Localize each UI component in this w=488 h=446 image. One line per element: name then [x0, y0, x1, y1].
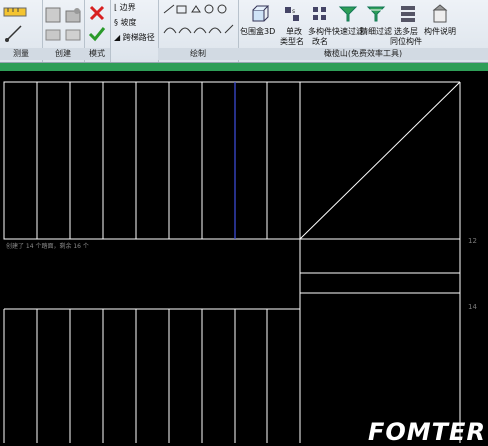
boundary-label: 边界 — [119, 3, 136, 12]
cancel-edit-icon[interactable] — [88, 4, 106, 22]
span-label: 跨梯路径 — [122, 33, 155, 42]
fine-filter-icon[interactable] — [366, 4, 386, 24]
multi-rename-label-2: 改名 — [312, 37, 328, 46]
span-icon: ◢ — [114, 33, 123, 42]
panel-label-addon: 橄榄山(免费效率工具) — [238, 48, 488, 60]
family-icon[interactable] — [64, 6, 82, 24]
multi-rename-icon[interactable] — [310, 4, 330, 24]
multi-layer-icon[interactable] — [398, 4, 418, 24]
drawing-canvas[interactable]: 创建了 14 个踏面，剩余 16 个 12 14 — [0, 71, 488, 443]
watermark-logo: FOMTER — [368, 418, 486, 446]
model-group-icon[interactable] — [44, 28, 62, 42]
quick-filter-icon[interactable] — [338, 4, 358, 24]
ribbon: 测量 创建 模式 ⌊ 边界 § 坡度 ◢ 跨梯路径 绘制 包围盒3D s 单改 … — [0, 0, 488, 63]
span-item[interactable]: ◢ 跨梯路径 — [114, 32, 155, 43]
member-note-label: 构件说明 — [424, 27, 456, 36]
box3d-icon[interactable] — [250, 4, 270, 24]
panel-label-draw: 绘制 — [158, 48, 238, 60]
panel-label-measure: 测量 — [0, 48, 42, 60]
fine-filter-label: 精细过滤 — [360, 27, 392, 36]
level-marker-14: 14 — [468, 303, 477, 311]
svg-text:s: s — [292, 8, 295, 15]
boundary-item[interactable]: ⌊ 边界 — [114, 2, 136, 13]
level-marker-12: 12 — [468, 237, 477, 245]
panel-draw: 绘制 — [158, 0, 239, 62]
draw-tools-icon[interactable] — [162, 3, 236, 41]
component-icon[interactable] — [44, 6, 62, 24]
panel-label-create: 创建 — [42, 48, 84, 60]
member-note-icon[interactable] — [430, 4, 450, 24]
dimension-icon[interactable] — [5, 24, 23, 42]
finish-edit-icon[interactable] — [88, 26, 106, 42]
group-icon[interactable] — [64, 28, 82, 42]
box3d-label: 包围盒3D — [240, 27, 276, 36]
tread-status-text: 创建了 14 个踏面，剩余 16 个 — [6, 243, 89, 250]
single-type-icon[interactable]: s — [282, 4, 302, 24]
measure-icon[interactable] — [3, 4, 27, 20]
stair-sketch — [3, 81, 461, 443]
upper-run — [3, 81, 301, 240]
panel-mode-items: ⌊ 边界 § 坡度 ◢ 跨梯路径 — [110, 0, 159, 62]
view-tab-bar — [0, 63, 488, 71]
single-type-label-2: 类型名 — [280, 37, 304, 46]
panel-label-mode: 模式 — [84, 48, 110, 60]
panel-addon: 包围盒3D s 单改 类型名 多构件 改名 快速过滤 精细过滤 选多层 同位构件… — [238, 0, 488, 62]
slope-label: 坡度 — [120, 18, 137, 27]
landing — [299, 81, 461, 443]
panel-create: 创建 — [42, 0, 85, 62]
panel-measure: 测量 — [0, 0, 43, 62]
panel-mode: 模式 — [84, 0, 111, 62]
lower-run — [3, 308, 300, 443]
slope-item[interactable]: § 坡度 — [114, 17, 137, 28]
multi-layer-label-2: 同位构件 — [390, 37, 422, 46]
